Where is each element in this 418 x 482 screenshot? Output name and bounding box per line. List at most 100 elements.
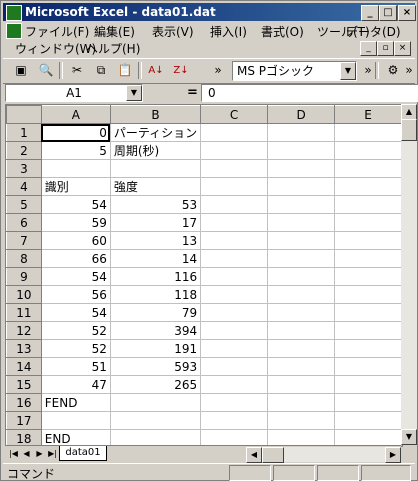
select-all-corner[interactable]: [6, 105, 42, 124]
cell-d7[interactable]: [267, 231, 336, 250]
cell-c14[interactable]: [200, 357, 269, 376]
menu-file[interactable]: ファイル(F): [25, 23, 89, 40]
more-icon[interactable]: »: [208, 61, 228, 80]
copy-icon[interactable]: ⧉: [91, 61, 111, 80]
save-icon[interactable]: ▣: [11, 61, 31, 80]
row-header[interactable]: 13: [6, 339, 42, 358]
chevron-down-icon[interactable]: ▼: [126, 85, 142, 101]
cell-b8[interactable]: 14: [110, 249, 202, 268]
cell-a17[interactable]: [41, 411, 111, 430]
cell-d6[interactable]: [267, 213, 336, 232]
column-header-d[interactable]: D: [267, 105, 336, 124]
cell-a12[interactable]: 52: [41, 321, 111, 340]
cell-e9[interactable]: [334, 267, 402, 286]
cell-e12[interactable]: [334, 321, 402, 340]
scroll-thumb[interactable]: [401, 119, 417, 141]
cell-d17[interactable]: [267, 411, 336, 430]
row-header[interactable]: 15: [6, 375, 42, 394]
cell-b15[interactable]: 265: [110, 375, 202, 394]
more-icon[interactable]: »: [399, 61, 418, 80]
sheet-tab-data01[interactable]: data01: [59, 446, 107, 461]
chevron-down-icon[interactable]: ▼: [340, 62, 356, 80]
cell-a14[interactable]: 51: [41, 357, 111, 376]
cell-b6[interactable]: 17: [110, 213, 202, 232]
cell-b1[interactable]: パーティション: [110, 123, 202, 142]
cell-b10[interactable]: 118: [110, 285, 202, 304]
row-header[interactable]: 1: [6, 123, 42, 142]
cell-c9[interactable]: [200, 267, 269, 286]
row-header[interactable]: 17: [6, 411, 42, 430]
cell-a3[interactable]: [41, 159, 111, 178]
sort-ascending-icon[interactable]: A↓: [146, 61, 166, 80]
row-header[interactable]: 3: [6, 159, 42, 178]
formula-input[interactable]: 0: [201, 84, 418, 102]
cell-b9[interactable]: 116: [110, 267, 202, 286]
cell-b12[interactable]: 394: [110, 321, 202, 340]
cell-e6[interactable]: [334, 213, 402, 232]
font-name-combobox[interactable]: MS Pゴシック ▼: [232, 61, 357, 81]
vertical-scrollbar[interactable]: ▲ ▼: [401, 104, 417, 445]
doc-close-button[interactable]: ×: [394, 41, 411, 56]
row-header[interactable]: 9: [6, 267, 42, 286]
cell-c10[interactable]: [200, 285, 269, 304]
cell-b16[interactable]: [110, 393, 202, 412]
menu-edit[interactable]: 編集(E): [94, 23, 135, 40]
cell-e8[interactable]: [334, 249, 402, 268]
cell-d13[interactable]: [267, 339, 336, 358]
row-header[interactable]: 5: [6, 195, 42, 214]
prev-sheet-icon[interactable]: ◀: [20, 447, 33, 460]
column-header-a[interactable]: A: [40, 105, 111, 124]
paste-icon[interactable]: 📋: [115, 61, 135, 80]
cell-b14[interactable]: 593: [110, 357, 202, 376]
cell-c8[interactable]: [200, 249, 269, 268]
row-header[interactable]: 14: [6, 357, 42, 376]
document-icon[interactable]: [6, 23, 22, 39]
cell-c5[interactable]: [200, 195, 269, 214]
name-box[interactable]: A1 ▼: [5, 84, 143, 102]
cell-c17[interactable]: [200, 411, 269, 430]
menu-window[interactable]: ウィンドウ(W): [15, 40, 96, 57]
cell-d11[interactable]: [267, 303, 336, 322]
close-button[interactable]: ×: [398, 5, 416, 21]
cell-e1[interactable]: [334, 123, 402, 142]
cell-c15[interactable]: [200, 375, 269, 394]
scroll-left-button[interactable]: ◀: [246, 447, 262, 463]
maximize-button[interactable]: □: [379, 5, 397, 21]
cell-d16[interactable]: [267, 393, 336, 412]
cell-e14[interactable]: [334, 357, 402, 376]
row-header[interactable]: 2: [6, 141, 42, 160]
cell-c4[interactable]: [200, 177, 269, 196]
cell-b3[interactable]: [110, 159, 202, 178]
column-header-e[interactable]: E: [334, 105, 402, 124]
cell-d10[interactable]: [267, 285, 336, 304]
scroll-down-button[interactable]: ▼: [401, 429, 417, 445]
row-header[interactable]: 12: [6, 321, 42, 340]
print-preview-icon[interactable]: 🔍: [36, 61, 56, 80]
row-header[interactable]: 4: [6, 177, 42, 196]
hscroll-thumb[interactable]: [262, 447, 284, 463]
cell-e11[interactable]: [334, 303, 402, 322]
cell-a16[interactable]: FEND: [41, 393, 111, 412]
cell-d14[interactable]: [267, 357, 336, 376]
cell-d9[interactable]: [267, 267, 336, 286]
menu-view[interactable]: 表示(V): [152, 23, 194, 40]
cell-b5[interactable]: 53: [110, 195, 202, 214]
cell-b17[interactable]: [110, 411, 202, 430]
scroll-up-button[interactable]: ▲: [401, 104, 417, 120]
cell-b13[interactable]: 191: [110, 339, 202, 358]
cell-d12[interactable]: [267, 321, 336, 340]
cell-e4[interactable]: [334, 177, 402, 196]
sort-descending-icon[interactable]: Z↓: [171, 61, 191, 80]
horizontal-scrollbar[interactable]: ◀ ▶: [246, 447, 401, 463]
cell-c11[interactable]: [200, 303, 269, 322]
cell-a4[interactable]: 識別: [41, 177, 111, 196]
row-header[interactable]: 7: [6, 231, 42, 250]
cell-e17[interactable]: [334, 411, 402, 430]
cell-d2[interactable]: [267, 141, 336, 160]
cell-c1[interactable]: [200, 123, 269, 142]
cell-e2[interactable]: [334, 141, 402, 160]
cell-a15[interactable]: 47: [41, 375, 111, 394]
cell-b4[interactable]: 強度: [110, 177, 202, 196]
menu-insert[interactable]: 挿入(I): [210, 23, 247, 40]
cell-d4[interactable]: [267, 177, 336, 196]
